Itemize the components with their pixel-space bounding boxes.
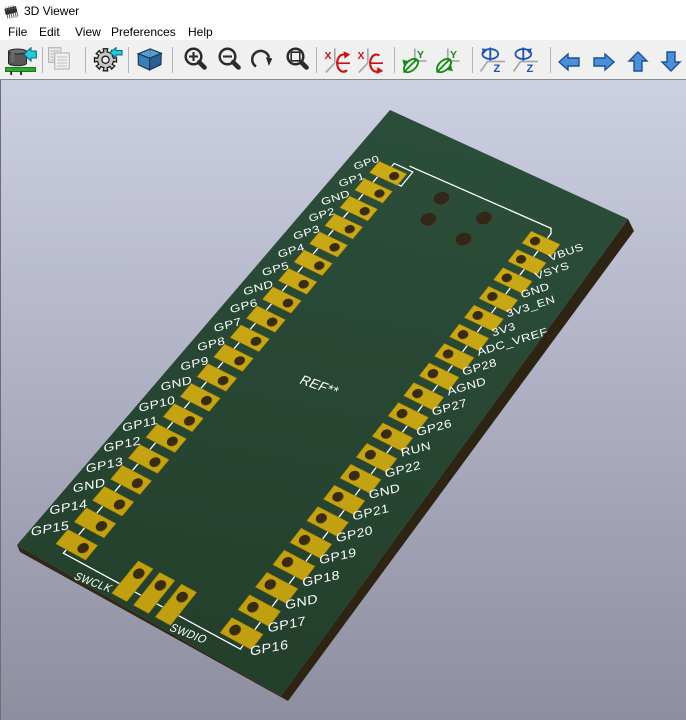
svg-text:Y: Y [417, 49, 424, 61]
svg-text:Y: Y [450, 49, 457, 61]
svg-text:Z: Z [527, 63, 534, 75]
svg-text:X: X [358, 50, 365, 62]
svg-text:X: X [325, 50, 332, 62]
svg-text:Z: Z [494, 63, 501, 75]
